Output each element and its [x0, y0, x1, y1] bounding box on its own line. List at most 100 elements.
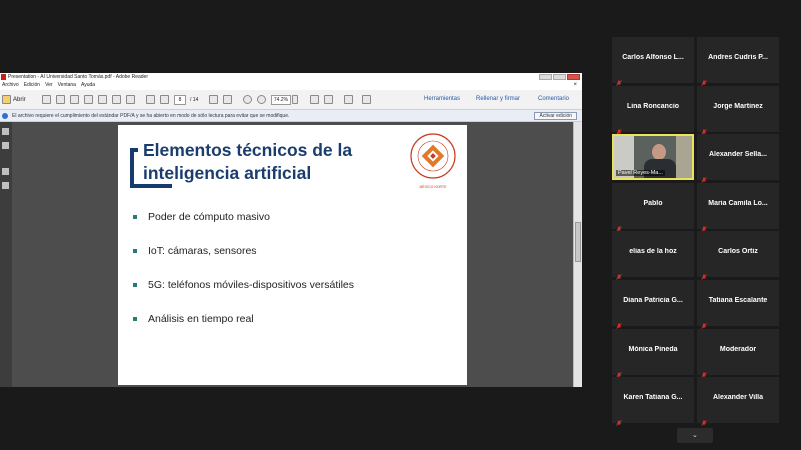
participant-tile[interactable]: Mónica Pineda — [612, 328, 694, 378]
participant-name: Carlos Ortiz — [718, 248, 758, 256]
folder-open-icon[interactable] — [2, 95, 11, 104]
zoom-out-icon[interactable] — [243, 95, 252, 104]
menu-ver[interactable]: Ver — [45, 81, 53, 90]
university-seal-icon — [410, 133, 456, 179]
participant-tile[interactable]: Lina Roncancio — [612, 85, 694, 135]
slide-title: Elementos técnicos de la inteligencia ar… — [143, 139, 393, 185]
bullet-marker — [133, 249, 137, 253]
title-bracket-top — [130, 148, 138, 152]
share-icon[interactable] — [84, 95, 93, 104]
participant-name: Diana Patricia G... — [623, 297, 683, 304]
participant-name: Alexander Villa — [712, 394, 764, 402]
participant-tile[interactable]: Carlos Ortiz — [697, 231, 779, 281]
open-button[interactable]: Abrir — [13, 94, 26, 106]
chevron-down-icon: ⌄ — [692, 432, 698, 439]
document-scrollbar[interactable] — [573, 122, 582, 387]
fit-page-icon[interactable] — [310, 95, 319, 104]
mic-muted-icon — [616, 316, 622, 329]
participant-video: Pavel Reyes-Ma... — [614, 136, 692, 179]
enable-editing-button[interactable]: Activar edición — [534, 112, 577, 120]
mic-muted-icon — [701, 122, 707, 135]
logo-caption: MÉXICO NORTE — [419, 185, 447, 189]
participant-name: Karen Tatiana G... — [623, 394, 683, 402]
bullet-marker — [133, 317, 137, 321]
mic-muted-icon — [701, 365, 707, 378]
minimize-button[interactable] — [539, 74, 552, 80]
bullet-marker — [133, 283, 137, 287]
participant-tile[interactable]: Diana Patricia G... — [612, 280, 694, 329]
close-window-button[interactable] — [567, 74, 580, 80]
zoom-in-icon[interactable] — [257, 95, 266, 104]
page-number-input[interactable]: 8 — [174, 95, 186, 105]
bullet-item: Poder de cómputo masivo — [133, 211, 354, 245]
participant-tile[interactable]: Carlos Alfonso L... — [612, 37, 694, 86]
layers-icon[interactable] — [2, 182, 9, 189]
mic-muted-icon — [701, 219, 707, 232]
participant-name: Lina Roncancio — [626, 102, 680, 110]
tools-panel-button[interactable]: Herramientas — [424, 96, 460, 102]
attachments-icon[interactable] — [2, 168, 9, 175]
mic-muted-icon — [616, 122, 622, 135]
menu-ayuda[interactable]: Ayuda — [81, 81, 95, 90]
window-title: Presentation - AI Universidad Santo Tomá… — [8, 74, 148, 80]
title-bracket — [130, 148, 134, 188]
menu-ventana[interactable]: Ventana — [58, 81, 76, 90]
comment-panel-button[interactable]: Comentario — [538, 96, 569, 102]
mic-muted-icon — [701, 316, 707, 329]
bullet-item: 5G: teléfonos móviles-dispositivos versá… — [133, 279, 354, 313]
meeting-screen: Presentation - AI Universidad Santo Tomá… — [0, 0, 801, 450]
participant-name: Pablo — [643, 199, 663, 207]
navigation-pane — [0, 122, 12, 387]
bullet-marker — [133, 215, 137, 219]
hand-tool-icon[interactable] — [223, 95, 232, 104]
save-icon[interactable] — [56, 95, 65, 104]
info-icon — [2, 113, 8, 119]
participant-name: Mónica Pineda — [628, 345, 678, 353]
export-icon[interactable] — [98, 95, 107, 104]
participant-tile[interactable]: Maria Camila Lo... — [697, 182, 779, 232]
participant-tile[interactable]: Tatiana Escalante — [697, 280, 779, 329]
fill-sign-button[interactable]: Rellenar y firmar — [476, 96, 520, 102]
close-document-button[interactable]: × — [573, 81, 577, 90]
participant-name: Pavel Reyes-Ma... — [616, 170, 665, 177]
more-tools-icon[interactable] — [362, 95, 371, 104]
slide-title-line-1: Elementos técnicos de la — [143, 140, 353, 160]
mic-muted-icon — [701, 267, 707, 281]
bookmarks-icon[interactable] — [2, 142, 9, 149]
bullet-list: Poder de cómputo masivo IoT: cámaras, se… — [133, 211, 354, 347]
mic-muted-icon — [616, 219, 622, 232]
maximize-button[interactable] — [553, 74, 566, 80]
participant-tile[interactable]: Karen Tatiana G... — [612, 377, 694, 426]
select-tool-icon[interactable] — [209, 95, 218, 104]
menu-bar: Archivo Edición Ver Ventana Ayuda × — [0, 81, 582, 90]
page-down-icon[interactable] — [160, 95, 169, 104]
bullet-item: IoT: cámaras, sensores — [133, 245, 354, 279]
participant-tile[interactable]: Andres Cudris P... — [697, 37, 779, 86]
participant-tile[interactable]: Alexander Villa — [697, 377, 779, 426]
participant-tile[interactable]: Jorge Martinez — [697, 85, 779, 135]
page-up-icon[interactable] — [146, 95, 155, 104]
zoom-dropdown-icon[interactable] — [292, 95, 298, 104]
participant-tile[interactable]: elias de la hoz — [612, 231, 694, 281]
menu-edicion[interactable]: Edición — [24, 81, 40, 90]
comment-icon[interactable] — [126, 95, 135, 104]
reader-toolbar: Abrir 8 / 14 74.2% Herramientas Rellenar… — [0, 90, 582, 110]
scrollbar-thumb[interactable] — [575, 222, 581, 262]
zoom-level-input[interactable]: 74.2% — [271, 95, 291, 105]
read-mode-icon[interactable] — [344, 95, 353, 104]
pages-thumbnail-icon[interactable] — [2, 128, 9, 135]
participant-tile[interactable]: Alexander Sella... — [697, 134, 779, 183]
collapse-gallery-button[interactable]: ⌄ — [677, 428, 713, 443]
participant-name: Tatiana Escalante — [708, 297, 768, 304]
print-icon[interactable] — [42, 95, 51, 104]
participant-tile[interactable]: Pablo — [612, 182, 694, 232]
fit-width-icon[interactable] — [324, 95, 333, 104]
slide-page: Elementos técnicos de la inteligencia ar… — [118, 125, 467, 385]
menu-archivo[interactable]: Archivo — [2, 81, 19, 90]
mic-muted-icon — [701, 73, 707, 86]
email-icon[interactable] — [112, 95, 121, 104]
participant-name: elias de la hoz — [629, 248, 677, 256]
participant-tile[interactable]: Pavel Reyes-Ma... — [612, 134, 694, 181]
participant-tile[interactable]: Moderador — [697, 328, 779, 378]
edit-icon[interactable] — [70, 95, 79, 104]
